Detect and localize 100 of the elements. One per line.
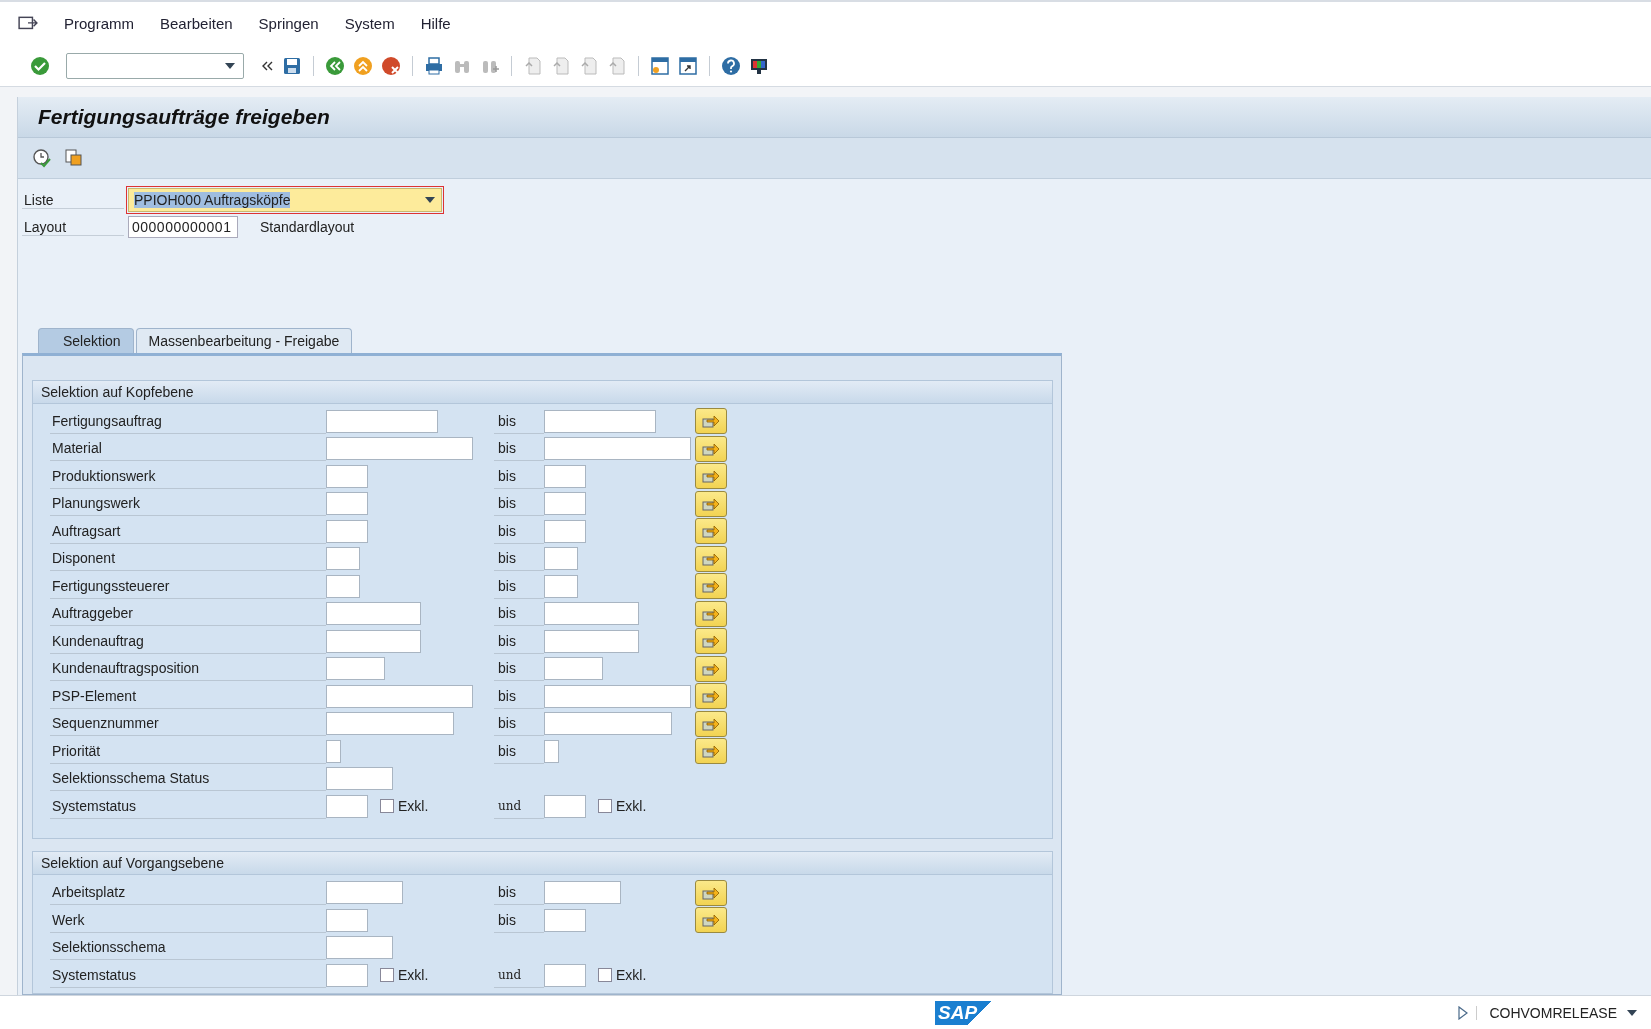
- input-field[interactable]: [544, 437, 691, 461]
- input-field[interactable]: [544, 963, 586, 987]
- transaction-dropdown[interactable]: COHVOMRELEASE: [1489, 1004, 1637, 1021]
- multiple-selection-button[interactable]: [695, 879, 727, 906]
- multiple-selection-button[interactable]: [695, 628, 727, 655]
- play-icon[interactable]: [1458, 1005, 1478, 1020]
- input-field[interactable]: [544, 519, 586, 543]
- multiple-selection-button[interactable]: [695, 655, 727, 682]
- sap-logo: SAP: [935, 1000, 992, 1025]
- tab[interactable]: Massenbearbeitung - Freigabe: [135, 327, 353, 353]
- list-dropdown[interactable]: PPIOH000 Auftragsköpfe: [128, 188, 442, 213]
- input-field[interactable]: [544, 602, 639, 626]
- field-label: Priorität: [50, 738, 326, 764]
- input-field[interactable]: [544, 881, 621, 905]
- input-field[interactable]: [326, 794, 368, 818]
- input-field[interactable]: [544, 492, 586, 516]
- checkbox[interactable]: [380, 799, 394, 814]
- multiple-selection-button[interactable]: [695, 907, 727, 934]
- input-field[interactable]: [326, 629, 421, 653]
- checkbox[interactable]: [598, 799, 612, 814]
- checkbox[interactable]: [598, 968, 612, 983]
- group-title: Selektion auf Vorgangsebene: [33, 852, 1052, 876]
- page-icon[interactable]: [523, 55, 543, 76]
- multiple-selection-button[interactable]: [695, 600, 727, 627]
- multiple-selection-button[interactable]: [695, 518, 727, 545]
- page-icon[interactable]: [551, 55, 571, 76]
- field-label: Planungswerk: [50, 491, 326, 517]
- input-field[interactable]: [544, 908, 586, 932]
- input-field[interactable]: [326, 409, 438, 433]
- field-label: Selektionsschema: [50, 935, 326, 961]
- copy-icon[interactable]: [64, 147, 84, 168]
- command-field[interactable]: [66, 52, 244, 79]
- multiple-selection-button[interactable]: [695, 435, 727, 462]
- input-field[interactable]: [326, 739, 341, 763]
- input-field[interactable]: [326, 437, 473, 461]
- layout-field[interactable]: 000000000001: [128, 216, 238, 239]
- input-field[interactable]: [326, 602, 421, 626]
- input-field[interactable]: [544, 657, 603, 681]
- checkbox-label: Exkl.: [616, 798, 647, 815]
- menu-item[interactable]: Springen: [258, 15, 319, 33]
- field-label: Arbeitsplatz: [50, 880, 326, 906]
- field-label: Sequenznummer: [50, 711, 326, 737]
- input-field[interactable]: [544, 629, 639, 653]
- field-label: Produktionswerk: [50, 463, 326, 489]
- input-field[interactable]: [326, 684, 473, 708]
- menu-item[interactable]: Hilfe: [420, 15, 451, 33]
- shortcut-window-icon[interactable]: [678, 55, 698, 76]
- multiple-selection-button[interactable]: [695, 683, 727, 710]
- input-field[interactable]: [326, 908, 368, 932]
- clock-check-icon[interactable]: [32, 147, 52, 168]
- enter-icon[interactable]: [30, 55, 50, 76]
- menu-item[interactable]: System: [344, 15, 395, 33]
- multiple-selection-button[interactable]: [695, 710, 727, 737]
- field-label: Disponent: [50, 546, 326, 572]
- input-field[interactable]: [326, 519, 368, 543]
- page-icon[interactable]: [579, 55, 599, 76]
- input-field[interactable]: [544, 464, 586, 488]
- layout-description: Standardlayout: [260, 219, 355, 236]
- back-icon[interactable]: [325, 55, 345, 76]
- input-field[interactable]: [544, 574, 578, 598]
- caret-icon[interactable]: [225, 62, 235, 69]
- menu-icon[interactable]: [18, 15, 38, 32]
- input-field[interactable]: [326, 492, 368, 516]
- input-field[interactable]: [544, 409, 656, 433]
- field-label: Fertigungssteuerer: [50, 573, 326, 599]
- input-field[interactable]: [326, 657, 385, 681]
- input-field[interactable]: [326, 464, 368, 488]
- page-icon[interactable]: [607, 55, 627, 76]
- input-field[interactable]: [326, 881, 403, 905]
- multiple-selection-button[interactable]: [695, 463, 727, 490]
- caret-icon[interactable]: [425, 197, 435, 204]
- input-field[interactable]: [326, 574, 360, 598]
- multiple-selection-button[interactable]: [695, 545, 727, 572]
- multiple-selection-button[interactable]: [695, 738, 727, 765]
- input-field[interactable]: [544, 684, 691, 708]
- input-field[interactable]: [326, 547, 360, 571]
- multiple-selection-button[interactable]: [695, 408, 727, 435]
- multiple-selection-button[interactable]: [695, 490, 727, 517]
- field-label: Kundenauftragsposition: [50, 656, 326, 682]
- cancel-icon[interactable]: [381, 55, 401, 76]
- input-field[interactable]: [544, 712, 672, 736]
- input-field[interactable]: [326, 767, 393, 791]
- tab[interactable]: Selektion: [38, 327, 134, 353]
- help-icon[interactable]: [721, 55, 741, 76]
- print-icon[interactable]: [424, 55, 444, 76]
- input-field[interactable]: [326, 712, 454, 736]
- new-window-icon[interactable]: [650, 55, 670, 76]
- caret-icon[interactable]: [1627, 1009, 1637, 1016]
- multiple-selection-button[interactable]: [695, 573, 727, 600]
- menu-item[interactable]: Programm: [64, 15, 134, 33]
- input-field[interactable]: [326, 963, 368, 987]
- input-field[interactable]: [544, 547, 578, 571]
- input-field[interactable]: [326, 936, 393, 960]
- checkbox[interactable]: [380, 968, 394, 983]
- field-label: Auftragsart: [50, 518, 326, 544]
- input-field[interactable]: [544, 739, 559, 763]
- menu-item[interactable]: Bearbeiten: [160, 15, 233, 33]
- exit-icon[interactable]: [353, 55, 373, 76]
- input-field[interactable]: [544, 794, 586, 818]
- save-icon[interactable]: [282, 55, 302, 76]
